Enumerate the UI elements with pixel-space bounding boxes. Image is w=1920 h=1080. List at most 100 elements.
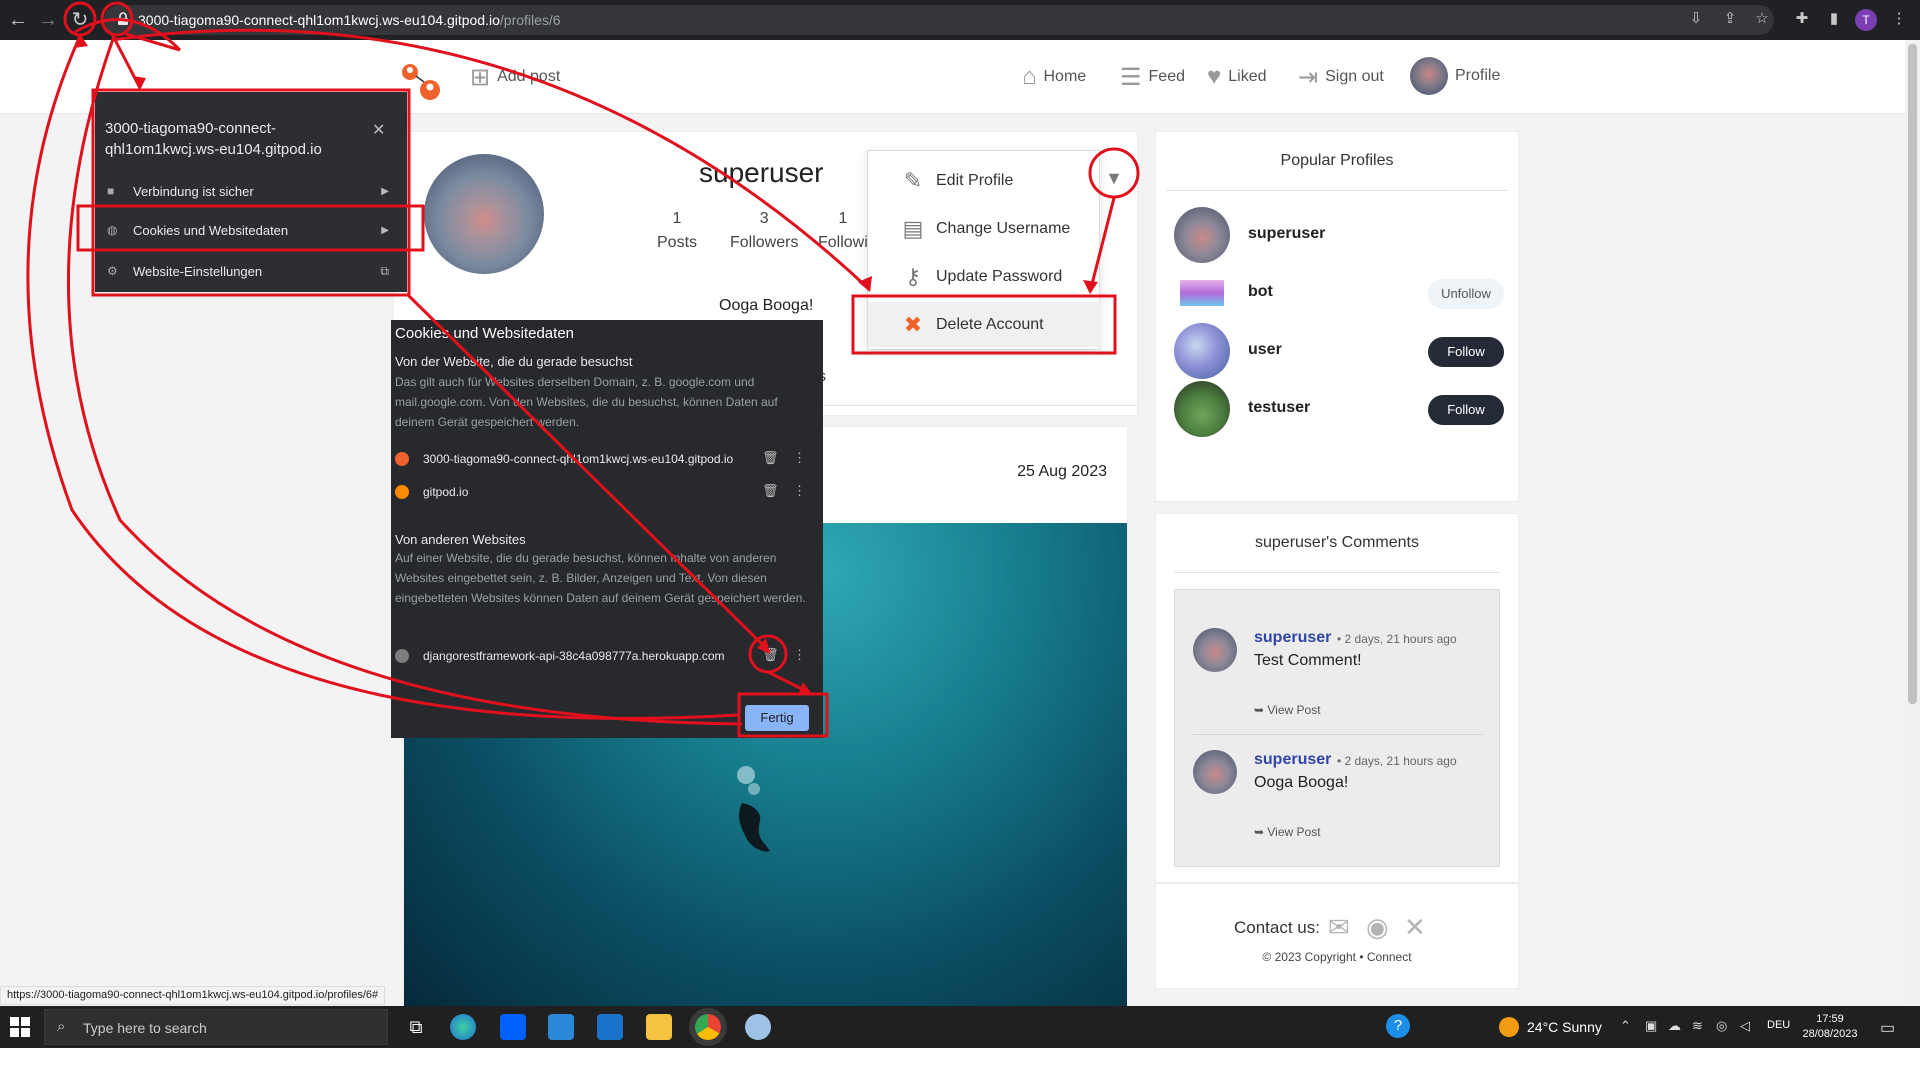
cloud-icon[interactable]: ☁ xyxy=(1668,1018,1681,1034)
edge-icon[interactable] xyxy=(450,1014,476,1040)
list-item[interactable]: bot Unfollow xyxy=(1174,265,1504,323)
chevron-down-icon[interactable]: ▼ xyxy=(1090,155,1138,201)
feed-icon: ☰ xyxy=(1120,63,1142,91)
change-username-item[interactable]: ▤ Change Username xyxy=(868,207,1101,251)
site-settings-item[interactable]: ⚙ Website-Einstellungen ⧉ xyxy=(95,252,407,290)
github-icon[interactable]: ◉ xyxy=(1366,912,1389,943)
list-item[interactable]: djangorestframework-api-38c4a098777a.her… xyxy=(395,647,815,667)
weather-text[interactable]: 24°C Sunny xyxy=(1527,1019,1602,1035)
popular-profiles-card: Popular Profiles superuser bot Unfollow … xyxy=(1155,131,1519,502)
lock-icon[interactable] xyxy=(116,12,130,26)
app-icon[interactable] xyxy=(745,1014,771,1040)
avatar[interactable] xyxy=(1174,207,1230,263)
trash-icon[interactable]: 🗑 xyxy=(762,483,779,499)
add-post-link[interactable]: ⊞ Add post xyxy=(470,62,560,92)
ime-icon[interactable]: ≋ xyxy=(1692,1018,1703,1034)
device-icon[interactable]: ▣ xyxy=(1645,1018,1657,1034)
section-heading: Von anderen Websites xyxy=(395,532,526,547)
nav-liked-label: Liked xyxy=(1228,68,1267,85)
list-item[interactable]: user Follow xyxy=(1174,323,1504,381)
posts-label: Posts xyxy=(657,234,698,251)
view-post-link[interactable]: ➥ View Post xyxy=(1254,825,1321,839)
divider xyxy=(1174,572,1500,573)
speaker-icon[interactable]: ◁ xyxy=(1740,1018,1750,1034)
taskbar-search[interactable]: ⌕ Type here to search xyxy=(44,1009,388,1045)
avatar[interactable] xyxy=(1174,323,1230,379)
avatar[interactable] xyxy=(1193,628,1237,672)
cookie-icon: ◍ xyxy=(107,223,118,237)
address-bar[interactable]: 3000-tiagoma90-connect-qhl1om1kwcj.ws-eu… xyxy=(104,5,1774,35)
done-button[interactable]: Fertig xyxy=(745,705,809,731)
avatar[interactable] xyxy=(1193,750,1237,794)
profile-name[interactable]: user xyxy=(1248,341,1282,359)
store-icon[interactable] xyxy=(548,1014,574,1040)
help-icon[interactable]: ? xyxy=(1386,1014,1410,1038)
nav-sign-out[interactable]: ⇥ Sign out xyxy=(1298,62,1384,92)
nav-profile[interactable]: Profile xyxy=(1410,56,1500,96)
browser-profile-icon[interactable]: T xyxy=(1855,9,1877,31)
more-icon[interactable]: ⋮ xyxy=(793,647,806,663)
copyright: © 2023 Copyright • Connect xyxy=(1262,950,1412,964)
clock-date: 28/08/2023 xyxy=(1802,1028,1858,1040)
cookies-item[interactable]: ◍ Cookies und Websitedaten ▶ xyxy=(95,211,407,249)
profile-name[interactable]: bot xyxy=(1248,283,1273,301)
site-info-popup: 3000-tiagoma90-connect-qhl1om1kwcj.ws-eu… xyxy=(95,92,407,292)
delete-account-item[interactable]: ✖ Delete Account xyxy=(868,302,1101,347)
list-item[interactable]: testuser Follow xyxy=(1174,381,1504,439)
envelope-icon[interactable]: ✉ xyxy=(1328,912,1350,943)
follow-button[interactable]: Follow xyxy=(1428,337,1504,367)
forward-icon[interactable]: → xyxy=(34,6,62,34)
notifications-icon[interactable]: ▭ xyxy=(1880,1018,1895,1038)
dropbox-icon[interactable] xyxy=(500,1014,526,1040)
task-view-icon[interactable]: ⧉ xyxy=(403,1014,429,1040)
list-item[interactable]: superuser xyxy=(1174,207,1504,265)
comments-list[interactable]: superuser • 2 days, 21 hours ago Test Co… xyxy=(1174,589,1500,867)
comment-author[interactable]: superuser xyxy=(1254,751,1331,769)
page-scrollbar[interactable] xyxy=(1905,40,1920,1005)
add-post-icon: ⊞ xyxy=(470,63,491,91)
windows-start-icon[interactable] xyxy=(10,1017,30,1037)
install-icon[interactable]: ⇩ xyxy=(1685,8,1707,30)
comment-text: Test Comment! xyxy=(1254,652,1362,669)
update-password-item[interactable]: ⚷ Update Password xyxy=(868,255,1101,299)
chrome-icon[interactable] xyxy=(695,1014,721,1040)
more-icon[interactable]: ⋮ xyxy=(793,450,806,466)
taskbar-clock[interactable]: 17:59 28/08/2023 xyxy=(1800,1012,1860,1042)
x-icon[interactable]: ✕ xyxy=(1404,912,1426,943)
weather-sun-icon[interactable] xyxy=(1499,1017,1519,1037)
profile-name[interactable]: superuser xyxy=(1248,225,1325,243)
edit-profile-item[interactable]: ✎ Edit Profile xyxy=(868,159,1101,203)
unfollow-button[interactable]: Unfollow xyxy=(1428,279,1504,309)
file-explorer-icon[interactable] xyxy=(646,1014,672,1040)
trash-icon[interactable]: 🗑 xyxy=(762,450,779,466)
comment-time: • 2 days, 21 hours ago xyxy=(1337,632,1457,646)
close-icon[interactable]: ✕ xyxy=(372,120,385,140)
menu-dots-icon[interactable]: ⋮ xyxy=(1888,8,1910,30)
follow-button[interactable]: Follow xyxy=(1428,395,1504,425)
avatar[interactable] xyxy=(1180,271,1224,315)
bookmark-star-icon[interactable]: ☆ xyxy=(1751,8,1773,30)
back-icon[interactable]: ← xyxy=(4,6,32,34)
extensions-icon[interactable]: ✚ xyxy=(1791,8,1813,30)
following-label: Followi xyxy=(818,234,868,251)
trash-icon[interactable]: 🗑 xyxy=(762,647,779,663)
list-item[interactable]: gitpod.io 🗑 ⋮ xyxy=(395,483,815,503)
language-indicator[interactable]: DEU xyxy=(1767,1019,1790,1031)
side-panel-icon[interactable]: ▮ xyxy=(1823,8,1845,30)
list-item[interactable]: 3000-tiagoma90-connect-qhl1om1kwcj.ws-eu… xyxy=(395,450,815,470)
connection-secure-item[interactable]: ■ Verbindung ist sicher ▶ xyxy=(95,172,407,210)
comment-author[interactable]: superuser xyxy=(1254,629,1331,647)
more-icon[interactable]: ⋮ xyxy=(793,483,806,499)
scrollbar-thumb[interactable] xyxy=(1908,44,1917,704)
view-post-link[interactable]: ➥ View Post xyxy=(1254,703,1321,717)
share-icon[interactable]: ⇪ xyxy=(1719,8,1741,30)
nav-home[interactable]: ⌂ Home xyxy=(1022,62,1086,92)
mail-icon[interactable] xyxy=(597,1014,623,1040)
reload-icon[interactable]: ↻ xyxy=(66,6,94,34)
profile-name[interactable]: testuser xyxy=(1248,399,1310,417)
avatar[interactable] xyxy=(1174,381,1230,437)
nav-feed[interactable]: ☰ Feed xyxy=(1120,62,1185,92)
chevron-up-icon[interactable]: ⌃ xyxy=(1620,1018,1631,1034)
nav-liked[interactable]: ♥ Liked xyxy=(1207,62,1267,92)
network-icon[interactable]: ◎ xyxy=(1716,1018,1727,1034)
